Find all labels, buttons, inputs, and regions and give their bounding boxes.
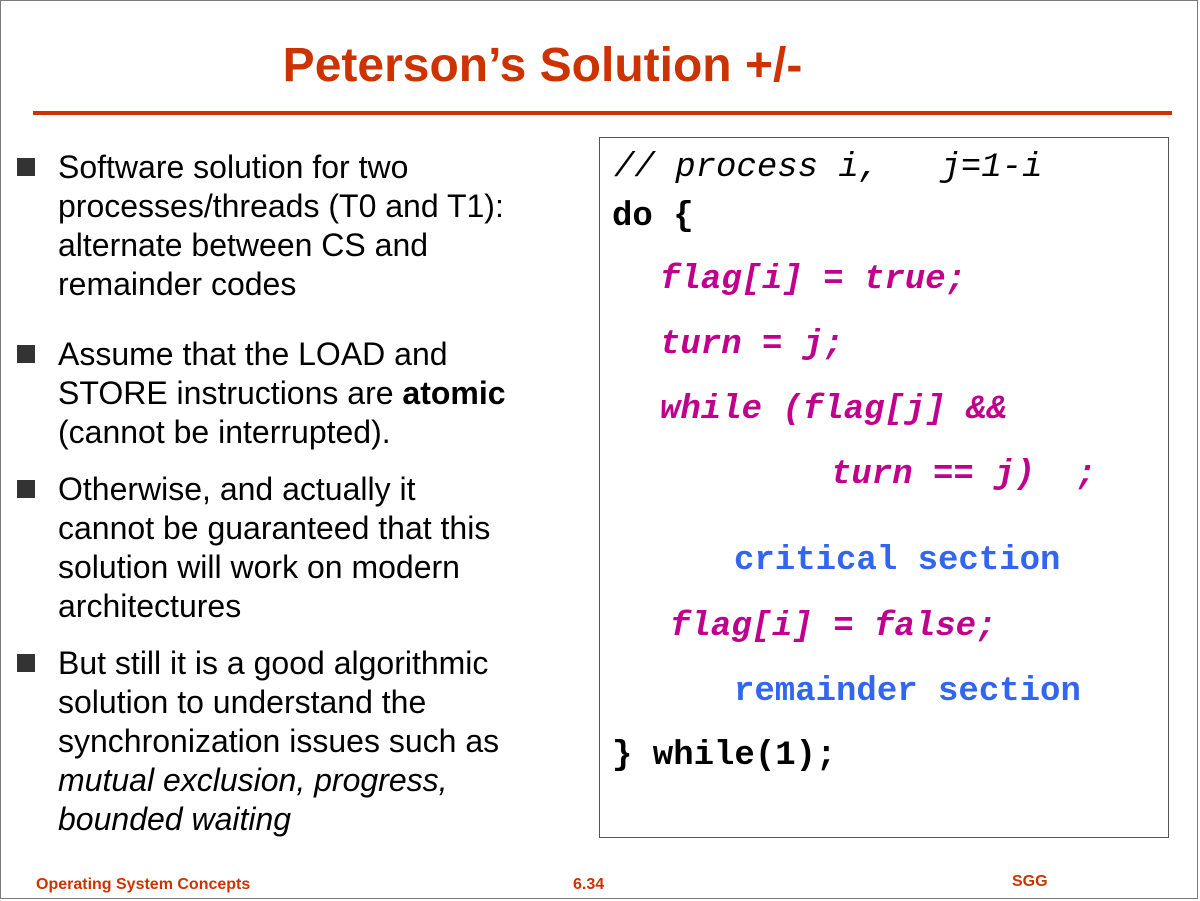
code-flag-true: flag[i] = true; <box>660 261 967 299</box>
bullet-marker-icon <box>17 345 35 363</box>
bullet-4-italic-terms: mutual exclusion, progress, <box>58 762 448 798</box>
bullet-marker-icon <box>17 480 35 498</box>
bullet-4-line-1: But still it is a good algorithmic <box>58 645 489 681</box>
code-turn-assign: turn = j; <box>660 326 844 364</box>
footer-page-number: 6.34 <box>573 876 605 893</box>
bullet-item-2: Assume that the LOAD and STORE instructi… <box>58 335 598 452</box>
bullet-2-line-1: Assume that the LOAD and <box>58 336 448 372</box>
bullet-1-line-1: Software solution for two <box>58 149 409 185</box>
bullet-3-line-4: architectures <box>58 588 242 624</box>
code-do-open: do { <box>612 198 694 236</box>
code-box: // process i, j=1-i do { flag[i] = true;… <box>599 137 1169 838</box>
bullet-2-line-2: STORE instructions are atomic <box>58 374 598 413</box>
bullet-1-line-2: processes/threads (T0 and T1): <box>58 188 504 224</box>
bullet-4-line-5: bounded waiting <box>58 800 598 839</box>
code-critical-section: critical section <box>734 542 1061 580</box>
bullet-4-italic-terms-2: bounded waiting <box>58 801 292 837</box>
bullet-marker-icon <box>17 158 35 176</box>
bullet-3-line-2: cannot be guaranteed that this <box>58 510 491 546</box>
bullet-marker-icon <box>17 654 35 672</box>
bullet-3-line-3: solution will work on modern <box>58 549 460 585</box>
bullet-4-line-2: solution to understand the <box>58 684 427 720</box>
bullet-1-line-4: remainder codes <box>58 266 297 302</box>
bullet-4-line-4: mutual exclusion, progress, <box>58 761 598 800</box>
bullet-item-3: Otherwise, and actually it cannot be gua… <box>58 470 598 626</box>
code-while-head: while (flag[j] && <box>660 391 1007 429</box>
bullet-item-1: Software solution for two processes/thre… <box>58 148 598 304</box>
code-remainder-section: remainder section <box>734 673 1081 711</box>
bullet-2-bold-term: atomic <box>402 375 506 411</box>
code-close: } while(1); <box>612 737 837 775</box>
slide-title: Peterson’s Solution +/- <box>282 39 803 92</box>
code-flag-false: flag[i] = false; <box>670 608 997 646</box>
bullet-4-line-3: synchronization issues such as <box>58 723 500 759</box>
bullet-item-4: But still it is a good algorithmic solut… <box>58 644 598 839</box>
footer-left: Operating System Concepts <box>36 876 251 893</box>
bullet-2-line-3: (cannot be interrupted). <box>58 414 391 450</box>
footer-right: SGG <box>1012 873 1048 890</box>
code-while-tail: turn == j) ; <box>831 456 1097 494</box>
title-underline <box>33 111 1172 115</box>
bullet-1-line-3: alternate between CS and <box>58 227 429 263</box>
bullet-2-text: STORE instructions are <box>58 375 403 411</box>
bullet-3-line-1: Otherwise, and actually it <box>58 471 416 507</box>
code-comment: // process i, j=1-i <box>614 149 1043 187</box>
